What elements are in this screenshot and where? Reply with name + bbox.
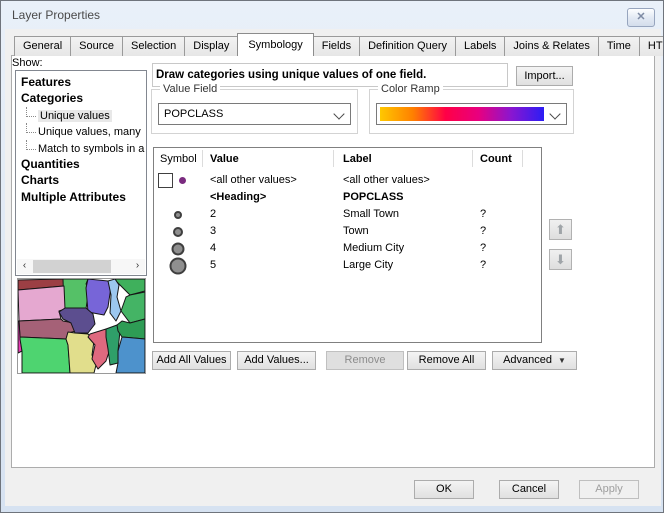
tab-source[interactable]: Source	[70, 36, 123, 56]
col-header-count[interactable]: Count	[480, 148, 512, 170]
value-field-group: Value Field POPCLASS	[151, 89, 358, 134]
tab-joins-relates[interactable]: Joins & Relates	[504, 36, 598, 56]
point-symbol-icon	[173, 227, 183, 237]
arrow-down-icon: ⬇	[555, 252, 566, 267]
tab-strip: General Source Selection Display Symbolo…	[14, 33, 664, 56]
remove-all-button[interactable]: Remove All	[407, 351, 486, 370]
symbol-cell	[154, 257, 202, 274]
symbol-cell	[154, 240, 202, 257]
tree-horizontal-scrollbar[interactable]: ‹ ›	[17, 259, 145, 274]
point-symbol-icon	[174, 211, 182, 219]
col-header-symbol[interactable]: Symbol	[160, 148, 197, 170]
color-ramp-label: Color Ramp	[378, 83, 443, 95]
tree-item-unique-values[interactable]: Unique values	[16, 107, 146, 123]
column-divider	[202, 150, 203, 167]
map-preview-image	[18, 279, 145, 373]
tree-item-match-to-symbols[interactable]: Match to symbols in a	[16, 140, 146, 156]
tree-item-features[interactable]: Features	[16, 74, 146, 90]
all-other-values-checkbox[interactable]	[158, 173, 173, 188]
tree-item-categories[interactable]: Categories	[16, 90, 146, 106]
remove-button[interactable]: Remove	[326, 351, 404, 370]
color-ramp-group: Color Ramp	[369, 89, 574, 134]
advanced-button[interactable]: Advanced▼	[492, 351, 577, 370]
map-preview	[17, 278, 146, 374]
close-button[interactable]: ✕	[627, 8, 655, 27]
table-row-heading[interactable]: <Heading> POPCLASS	[154, 189, 541, 206]
show-tree: Features Categories Unique values Unique…	[15, 70, 147, 276]
tree-item-unique-values-many[interactable]: Unique values, many	[16, 123, 146, 139]
menu-arrow-icon: ▼	[558, 356, 566, 365]
tree-item-quantities[interactable]: Quantities	[16, 156, 146, 172]
tab-definition-query[interactable]: Definition Query	[359, 36, 456, 56]
move-up-button[interactable]: ⬆	[549, 219, 572, 240]
values-table: Symbol Value Label Count <all other valu…	[153, 147, 542, 343]
point-symbol-icon	[172, 242, 185, 255]
apply-button[interactable]: Apply	[579, 480, 639, 499]
tree-item-charts[interactable]: Charts	[16, 172, 146, 188]
chevron-down-icon	[333, 108, 344, 119]
tab-html-popup[interactable]: HTML Popup	[639, 36, 664, 56]
window-title: Layer Properties	[12, 8, 100, 22]
table-row[interactable]: 4 Medium City ?	[154, 240, 541, 257]
tab-labels[interactable]: Labels	[455, 36, 505, 56]
col-header-label[interactable]: Label	[343, 148, 372, 170]
tab-fields[interactable]: Fields	[313, 36, 360, 56]
tab-display[interactable]: Display	[184, 36, 238, 56]
tab-selection[interactable]: Selection	[122, 36, 185, 56]
point-symbol-icon	[179, 177, 186, 184]
table-row-all-other-values[interactable]: <all other values> <all other values>	[154, 172, 541, 189]
color-ramp-swatch	[380, 107, 544, 121]
color-ramp-dropdown[interactable]	[376, 103, 567, 125]
arrow-up-icon: ⬆	[555, 222, 566, 237]
tree-elbow-icon	[26, 140, 36, 150]
add-values-button[interactable]: Add Values...	[237, 351, 316, 370]
layer-properties-dialog: Layer Properties ✕ General Source Select…	[0, 0, 664, 513]
import-button[interactable]: Import...	[516, 66, 573, 86]
symbol-cell	[154, 172, 202, 189]
symbol-cell	[154, 206, 202, 223]
title-bar[interactable]: Layer Properties	[1, 1, 663, 29]
close-icon: ✕	[636, 11, 645, 23]
table-row[interactable]: 3 Town ?	[154, 223, 541, 240]
ok-button[interactable]: OK	[414, 480, 474, 499]
chevron-down-icon	[549, 108, 560, 119]
tree-elbow-icon	[26, 107, 36, 117]
tree-elbow-icon	[26, 123, 36, 133]
show-label: Show:	[12, 57, 43, 69]
tab-symbology[interactable]: Symbology	[237, 33, 313, 56]
add-all-values-button[interactable]: Add All Values	[152, 351, 231, 370]
table-row[interactable]: 2 Small Town ?	[154, 206, 541, 223]
value-field-dropdown[interactable]: POPCLASS	[158, 103, 351, 125]
value-field-label: Value Field	[160, 83, 220, 95]
table-row[interactable]: 5 Large City ?	[154, 257, 541, 274]
column-divider	[333, 150, 334, 167]
point-symbol-icon	[170, 257, 187, 274]
cancel-button[interactable]: Cancel	[499, 480, 559, 499]
tab-general[interactable]: General	[14, 36, 71, 56]
col-header-value[interactable]: Value	[210, 148, 239, 170]
tab-time[interactable]: Time	[598, 36, 640, 56]
column-divider	[472, 150, 473, 167]
scroll-left-icon[interactable]: ‹	[17, 259, 32, 274]
move-down-button[interactable]: ⬇	[549, 249, 572, 270]
symbol-cell	[154, 223, 202, 240]
scrollbar-thumb[interactable]	[33, 260, 111, 273]
column-divider	[522, 150, 523, 167]
scroll-right-icon[interactable]: ›	[130, 259, 145, 274]
value-field-selected: POPCLASS	[164, 104, 223, 124]
tree-item-multiple-attributes[interactable]: Multiple Attributes	[16, 189, 146, 205]
